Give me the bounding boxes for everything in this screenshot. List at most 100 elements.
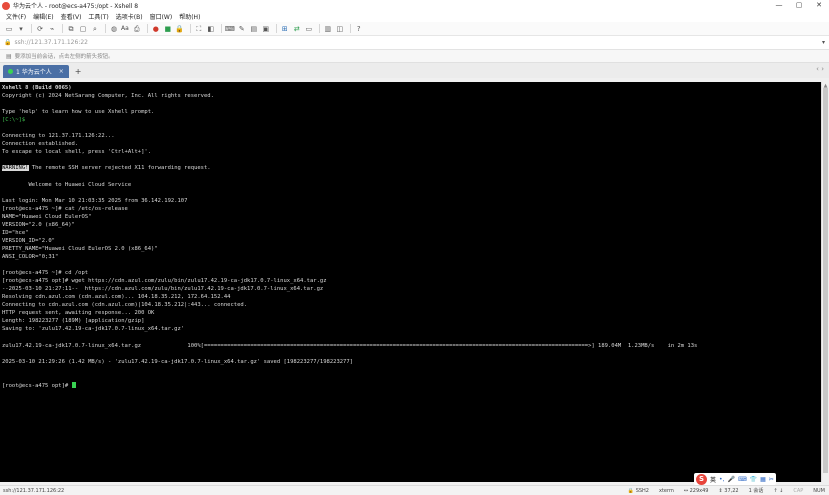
terminal-line: Last login: Mon Mar 10 21:03:35 2025 fro… [2,197,188,204]
microphone-icon[interactable]: 🎤 [727,476,734,483]
keyboard-icon[interactable]: ⌨ [225,24,235,34]
chevron-down-icon[interactable]: ▾ [822,39,825,46]
session-manager-icon[interactable]: ⊞ [280,24,290,34]
xagent-icon[interactable]: ■ [163,24,173,34]
status-connection: ssh://121.37.171.126:22 [3,487,65,494]
globe-icon[interactable]: ◍ [109,24,119,34]
xftp-icon[interactable]: ● [151,24,161,34]
terminal-line: To escape to local shell, press 'Ctrl+Al… [2,149,152,156]
toolbar-divider [189,24,191,33]
toolbar: ▭ ▾ ⟳ ⌁ ⧉ ▢ ⌕ ◍ Aa ⎙ ● ■ 🔒 ⛶ ◧ ⌨ ✎ ▤ ▣ ⊞… [0,22,829,36]
terminal-scrollbar[interactable]: ▲ [821,82,829,482]
ime-punctuation-icon[interactable]: •, [719,476,724,483]
open-folder-icon[interactable]: ▾ [16,24,26,34]
terminal-line: ANSI_COLOR="0;31" [2,253,59,260]
lock-icon[interactable]: 🔒 [175,24,185,34]
menu-view[interactable]: 查看(V) [61,12,82,21]
terminal-line: Length: 198223277 (189M) [application/gz… [2,318,145,325]
xshell-logo-icon [2,1,10,10]
tab-nav-arrows[interactable]: ‹ › [816,65,824,73]
status-cursor-pos: ⇕ 37,22 [718,487,739,494]
terminal-line: Resolving cdn.azul.com (cdn.azul.com)...… [2,294,231,301]
keyboard-icon[interactable]: ⌨ [738,476,747,483]
terminal-line: Connecting to 121.37.171.126:22... [2,133,115,140]
terminal-line: Saving to: 'zulu17.42.19-ca-jdk17.0.7-li… [2,326,185,333]
transparency-icon[interactable]: ◧ [206,24,216,34]
tab-bar: 1 华为云个人 × + ‹ › [0,63,829,78]
terminal-line: Copyright (c) 2024 NetSarang Computer, I… [2,93,214,100]
session-hint-bar: ▤ 要添加当前会话，点击左侧的箭头按钮。 [0,50,829,63]
paste-icon[interactable]: ▢ [78,24,88,34]
connected-status-icon [8,69,13,74]
lock-icon: 🔒 [4,39,12,46]
terminal-line: [C:\~]$ [2,117,26,124]
terminal-line: 2025-03-10 21:29:26 (1.42 MB/s) - 'zulu1… [2,358,353,365]
terminal-line: VERSION_ID="2.0" [2,237,55,244]
menu-tab[interactable]: 选项卡(B) [116,12,143,21]
menu-window[interactable]: 窗口(W) [150,12,173,21]
edit-icon[interactable]: ▤ [249,24,259,34]
menu-tools[interactable]: 工具(T) [88,12,108,21]
scissors-icon[interactable]: ✂ [769,476,774,483]
tab-label: 1 华为云个人 [16,69,52,76]
print-icon[interactable]: ⎙ [132,24,142,34]
fullscreen-icon[interactable]: ⛶ [194,24,204,34]
grid-icon[interactable]: ▦ [760,476,766,483]
terminal-line: [root@ecs-a475 ~]# cat /etc/os-release [2,205,128,212]
status-num: NUM [813,487,825,494]
info-icon: ▤ [6,52,12,60]
toolbar-divider [349,24,351,33]
terminal-line: Welcome to Huawei Cloud Service [2,181,132,188]
terminal-line: WARNING! The remote SSH server rejected … [2,165,211,172]
help-icon[interactable]: ? [354,24,364,34]
terminal-line: ID="hce" [2,229,29,236]
skin-icon[interactable]: 👕 [750,476,757,483]
terminal-line: Connecting to cdn.azul.com (cdn.azul.com… [2,302,248,309]
tab-session[interactable]: 1 华为云个人 × [3,65,69,78]
terminal-line: HTTP request sent, awaiting response... … [2,310,155,317]
menu-help[interactable]: 帮助(H) [179,12,200,21]
terminal-line: [root@ecs-a475 opt]# wget https://cdn.az… [2,278,327,285]
menu-edit[interactable]: 编辑(E) [33,12,53,21]
terminal-line: Type 'help' to learn how to use Xshell p… [2,109,155,116]
ime-language[interactable]: 英 [710,475,716,484]
font-button[interactable]: Aa [121,25,129,32]
layout-icon[interactable]: ▥ [323,24,333,34]
menu-file[interactable]: 文件(F) [6,12,26,21]
find-icon[interactable]: ⌕ [90,24,100,34]
scroll-thumb[interactable] [823,88,828,473]
tab-close-icon[interactable]: × [59,68,64,75]
compose-icon[interactable]: ✎ [237,24,247,34]
reconnect-icon[interactable]: ⟳ [35,24,45,34]
status-protocol-text: SSH2 [635,487,649,494]
terminal-output[interactable]: Xshell 8 (Build 0065) Copyright (c) 2024 … [0,82,821,482]
status-size: ↔ 229x49 [683,487,709,494]
add-tab-button[interactable]: + [75,65,82,78]
status-bar: ssh://121.37.171.126:22 🔒 SSH2 xterm ↔ 2… [0,485,829,495]
address-bar: 🔒 ▾ [0,36,829,50]
split-icon[interactable]: ◫ [335,24,345,34]
copy-icon[interactable]: ⧉ [66,24,76,34]
maximize-button[interactable]: ▢ [789,0,809,11]
disconnect-icon[interactable]: ⌁ [47,24,57,34]
new-session-icon[interactable]: ▭ [4,24,14,34]
minimize-button[interactable]: — [769,0,789,11]
address-input[interactable] [14,39,822,46]
toolbar-divider [146,24,148,33]
script-icon[interactable]: ▣ [261,24,271,34]
close-button[interactable]: ✕ [809,0,829,11]
tunnel-icon[interactable]: ⇄ [292,24,302,34]
sogou-logo-icon[interactable]: S [696,473,707,485]
terminal-cursor [71,381,76,388]
chat-icon[interactable]: ▭ [304,24,314,34]
terminal-line: Connection established. [2,141,79,148]
status-cap: CAP [793,487,804,494]
terminal-line: zulu17.42.19-ca-jdk17.0.7-linux_x64.tar.… [2,342,698,349]
terminal-line: --2025-03-10 21:27:11-- https://cdn.azul… [2,286,324,293]
session-hint-text: 要添加当前会话，点击左侧的箭头按钮。 [14,54,114,60]
